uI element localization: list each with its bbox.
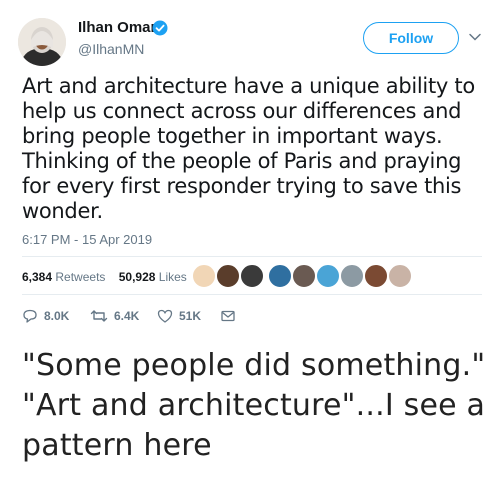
heart-icon — [157, 309, 173, 323]
divider — [22, 256, 482, 257]
liker-avatar[interactable] — [240, 264, 264, 288]
retweets-stat[interactable]: 6,384 Retweets — [22, 270, 105, 284]
likes-stat[interactable]: 50,928 Likes — [119, 270, 187, 284]
follow-button[interactable]: Follow — [363, 22, 459, 54]
divider — [22, 294, 482, 295]
caption-line: "Some people did something." — [22, 348, 486, 383]
verified-badge-icon — [152, 20, 168, 36]
retweets-count: 6,384 — [22, 270, 53, 284]
tweet-text: Art and architecture have a unique abili… — [22, 74, 482, 224]
reply-button[interactable]: 8.0K — [22, 308, 69, 328]
tweet-text-line: Art and architecture have a unique abili… — [22, 74, 475, 98]
tweet-text-line: bring people together in important ways. — [22, 124, 443, 148]
reply-count: 8.0K — [44, 309, 70, 323]
like-count: 51K — [179, 309, 202, 323]
liker-avatar[interactable] — [216, 264, 240, 288]
liker-avatar[interactable] — [364, 264, 388, 288]
liker-avatar[interactable] — [192, 264, 216, 288]
avatar-image — [18, 18, 66, 66]
tweet-timestamp[interactable]: 6:17 PM - 15 Apr 2019 — [22, 232, 152, 247]
reply-icon — [23, 309, 37, 323]
liker-avatar[interactable] — [340, 264, 364, 288]
chevron-down-icon[interactable] — [468, 30, 482, 44]
likes-label: Likes — [158, 270, 187, 284]
liker-avatar[interactable] — [388, 264, 412, 288]
liker-avatar[interactable] — [268, 264, 292, 288]
liker-avatar[interactable] — [316, 264, 340, 288]
retweets-label: Retweets — [55, 270, 106, 284]
envelope-icon — [221, 310, 235, 322]
like-button[interactable]: 51K — [157, 308, 201, 328]
retweet-count: 6.4K — [114, 309, 140, 323]
retweet-icon — [90, 310, 108, 322]
tweet-text-line: wonder. — [22, 199, 103, 223]
tweet-text-line: help us connect across our differences a… — [22, 99, 462, 123]
caption-line: "Art and architecture"...I see a — [22, 388, 486, 423]
tweet-text-line: for every first responder trying to save… — [22, 174, 462, 198]
direct-message-button[interactable] — [220, 308, 236, 328]
likes-count: 50,928 — [118, 270, 156, 284]
author-name[interactable]: Ilhan Omar — [78, 19, 156, 36]
author-handle[interactable]: @IlhanMN — [78, 41, 144, 57]
avatar[interactable] — [18, 18, 66, 66]
caption-line: pattern here — [22, 428, 212, 463]
tweet-text-line: Thinking of the people of Paris and pray… — [22, 149, 462, 173]
tweet-stats: 6,384 Retweets 50,928 Likes — [22, 270, 187, 284]
liker-avatar[interactable] — [292, 264, 316, 288]
retweet-button[interactable]: 6.4K — [90, 308, 139, 328]
